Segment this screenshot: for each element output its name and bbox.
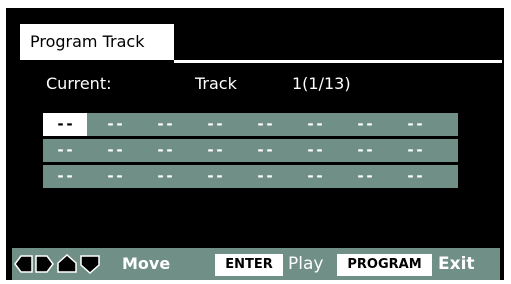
grid-cell[interactable]: -- [343, 139, 387, 162]
grid-cell[interactable]: -- [293, 139, 337, 162]
grid-cell[interactable]: -- [93, 113, 137, 136]
current-status-row: Current: Track 1(1/13) [6, 74, 504, 98]
track-label: Track [195, 74, 237, 93]
grid-row: -- -- -- -- -- -- -- -- [43, 165, 458, 188]
current-label: Current: [46, 74, 112, 93]
grid-cell[interactable]: -- [193, 113, 237, 136]
grid-cell[interactable]: -- [243, 139, 287, 162]
tab-underline [174, 60, 502, 63]
grid-cell[interactable]: -- [43, 139, 87, 162]
grid-cell[interactable]: -- [393, 139, 437, 162]
grid-row: -- -- -- -- -- -- -- -- [43, 139, 458, 162]
grid-cell[interactable]: -- [293, 165, 337, 188]
grid-cell[interactable]: -- [393, 165, 437, 188]
grid-cell[interactable]: -- [143, 165, 187, 188]
down-arrow-icon[interactable] [80, 255, 100, 274]
grid-cell[interactable]: -- [243, 113, 287, 136]
arrow-keys-group [14, 248, 122, 280]
grid-cell[interactable]: -- [193, 165, 237, 188]
right-arrow-icon[interactable] [35, 255, 54, 273]
grid-row: -- -- -- -- -- -- -- -- [43, 113, 458, 136]
program-key-button[interactable]: PROGRAM [337, 254, 432, 276]
move-label: Move [122, 254, 171, 273]
left-arrow-icon[interactable] [14, 255, 33, 273]
play-label: Play [288, 254, 324, 274]
grid-cell[interactable]: -- [243, 165, 287, 188]
grid-cell[interactable]: -- [43, 113, 87, 136]
grid-cell[interactable]: -- [143, 139, 187, 162]
grid-cell[interactable]: -- [393, 113, 437, 136]
exit-label: Exit [438, 254, 475, 274]
bottom-button-bar: Move ENTER Play PROGRAM Exit [12, 248, 500, 280]
tab-program-track[interactable]: Program Track [20, 24, 174, 60]
grid-cell[interactable]: -- [343, 113, 387, 136]
grid-cell[interactable]: -- [93, 165, 137, 188]
grid-cell[interactable]: -- [293, 113, 337, 136]
track-program-grid: -- -- -- -- -- -- -- -- -- -- -- -- -- -- -- -- -- -- -- --… [43, 113, 458, 191]
grid-cell[interactable]: -- [143, 113, 187, 136]
track-value: 1(1/13) [292, 74, 351, 93]
up-arrow-icon[interactable] [57, 254, 77, 273]
grid-cell[interactable]: -- [93, 139, 137, 162]
program-track-screen: Program Track Current: Track 1(1/13) -- -… [6, 8, 504, 280]
enter-key-button[interactable]: ENTER [215, 254, 283, 276]
grid-cell[interactable]: -- [43, 165, 87, 188]
grid-cell[interactable]: -- [343, 165, 387, 188]
grid-cell[interactable]: -- [193, 139, 237, 162]
